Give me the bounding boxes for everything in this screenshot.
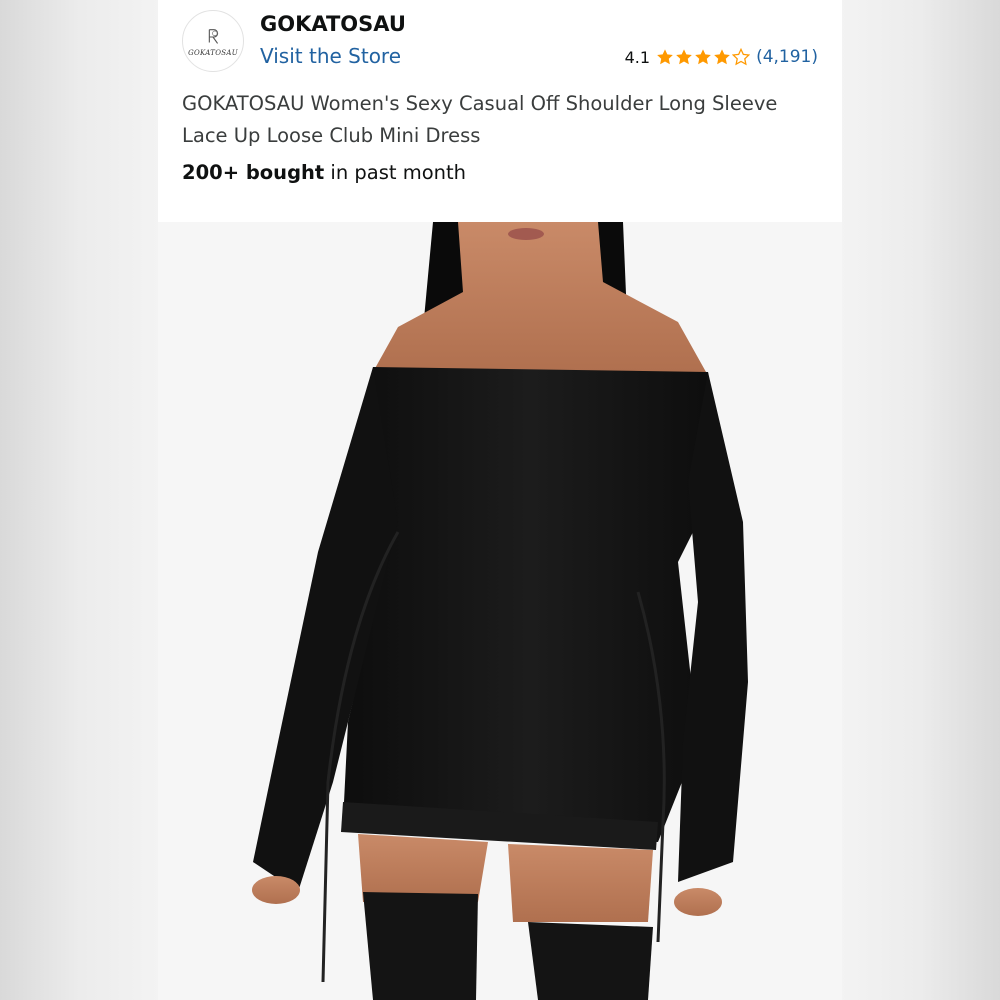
dress-body [343, 367, 718, 842]
product-header: GOKATOSAU GOKATOSAU Visit the Store 4.1 … [158, 0, 842, 212]
visit-store-link[interactable]: Visit the Store [260, 44, 401, 68]
bought-count-rest: in past month [324, 161, 467, 184]
hand-right [674, 888, 722, 916]
star-full-icon [676, 49, 692, 65]
store-name: GOKATOSAU [260, 12, 406, 36]
store-logo-icon [208, 28, 219, 44]
store-logo-text: GOKATOSAU [188, 48, 238, 57]
product-card: GOKATOSAU GOKATOSAU Visit the Store 4.1 … [158, 0, 842, 1000]
star-rating [656, 48, 751, 66]
product-photo-illustration [158, 222, 842, 1000]
ratings-count-link[interactable]: (4,191) [756, 47, 818, 67]
rating-summary[interactable]: 4.1 (4,191) [625, 47, 818, 67]
store-logo[interactable]: GOKATOSAU [182, 10, 244, 72]
rating-value: 4.1 [624, 47, 651, 67]
legs-skin-right [508, 844, 653, 922]
product-title: GOKATOSAU Women's Sexy Casual Off Should… [182, 92, 778, 147]
star-full-icon [714, 49, 730, 65]
star-empty-icon [732, 48, 751, 66]
star-full-icon [695, 49, 711, 65]
lips-shape [508, 228, 544, 240]
product-image[interactable] [158, 222, 842, 1000]
boot-right [528, 922, 653, 1000]
legs-skin [358, 834, 488, 902]
boot-left [363, 892, 478, 1000]
hand-left [252, 876, 300, 904]
bought-count: 200+ bought in past month [182, 161, 466, 184]
bought-count-strong: 200+ bought [182, 161, 325, 184]
star-full-icon [657, 49, 673, 65]
